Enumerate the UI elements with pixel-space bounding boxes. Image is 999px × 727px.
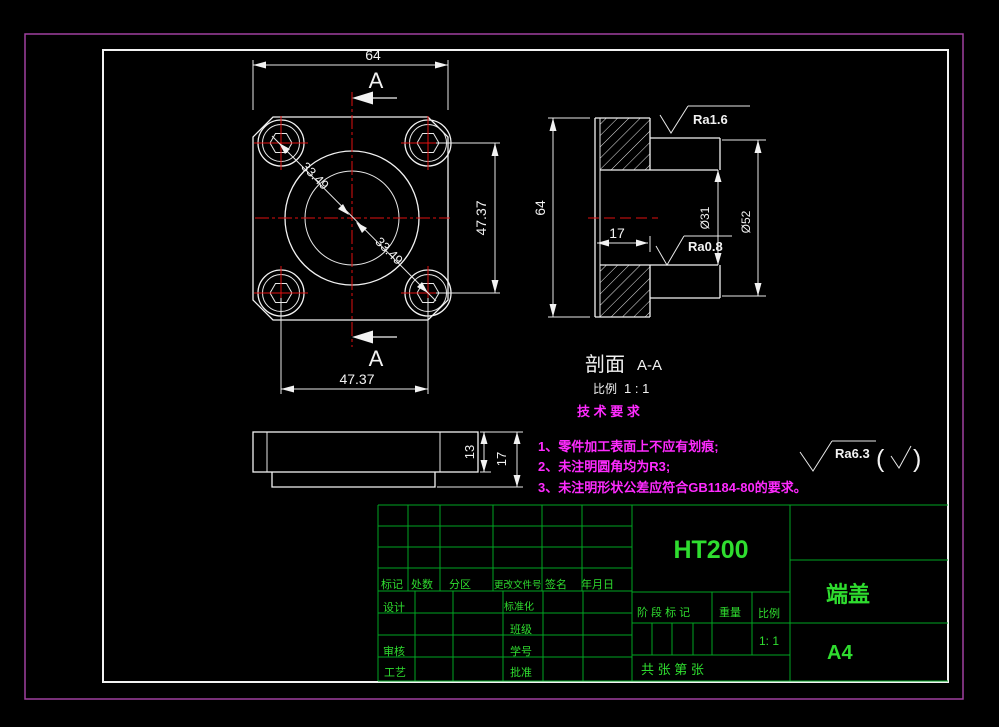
dim-depth-text: 17 (609, 225, 625, 241)
section-arrow-top: A (352, 68, 397, 105)
dim-plate-thickness: 13 (462, 431, 523, 473)
section-arrow-bottom: A (352, 330, 397, 371)
surface-finish-flange: Ra1.6 (659, 105, 750, 134)
surface-finish-bore: Ra0.8 (655, 235, 732, 266)
side-view: 13 17 (252, 431, 523, 488)
dim-diag-lower-text: 33.49 (372, 234, 406, 268)
dim-plate-text: 13 (462, 445, 477, 459)
paren-close: ) (913, 445, 921, 473)
dim-bolt-vertical-text: 47.37 (473, 200, 489, 235)
label-design: 设计 (383, 601, 405, 614)
label-process: 工艺 (384, 666, 406, 679)
label-scale: 比例 (758, 606, 780, 620)
general-roughness-note: Ra6.3 ( ) (799, 440, 921, 473)
dim-bolt-spacing-bottom: 47.37 (280, 298, 429, 394)
paren-open: ( (876, 445, 885, 473)
ra-flange-text: Ra1.6 (693, 112, 728, 127)
section-label-bottom: A (369, 346, 384, 371)
label-zone: 分区 (449, 578, 471, 591)
tech-requirements: 技 术 要 求 1、零件加工表面上不应有划痕; 2、未注明圆角均为R3; 3、未… (538, 404, 807, 495)
section-scale-value: 1 : 1 (624, 381, 649, 396)
ra-general-text: Ra6.3 (835, 446, 870, 461)
section-label-top: A (369, 68, 384, 93)
tech-requirement-item: 1、零件加工表面上不应有划痕; (538, 439, 719, 454)
dim-bolt-horizontal-text: 47.37 (339, 371, 374, 387)
label-count: 处数 (411, 578, 433, 591)
label-approve: 批准 (510, 665, 532, 679)
label-sign: 签名 (545, 577, 567, 591)
paper-size: A4 (827, 642, 853, 664)
front-view-geometry (252, 92, 455, 347)
section-caption-text: 剖面 (585, 353, 625, 376)
section-view: 64 17 Ø31 Ø52 Ra1.6 Ra0.8 剖面 A-A 比例 1: … (532, 105, 766, 396)
label-class: 班级 (510, 623, 532, 636)
check-icon (890, 445, 912, 469)
dim-diag-upper-text: 33.49 (298, 159, 332, 193)
dim-width-top: 64 (252, 47, 449, 110)
dim-bore-text: Ø31 (698, 206, 712, 229)
sheet-note: 共 张 第 张 (641, 662, 704, 677)
tech-requirements-heading: 技 术 要 求 (577, 404, 641, 419)
dim-height-text: 64 (532, 200, 548, 216)
front-view: 64 A A 33.49 33.49 47.37 47.37 (252, 47, 500, 394)
label-student-no: 学号 (510, 644, 532, 658)
part-name: 端盖 (826, 582, 870, 607)
dim-total-thickness: 17 (437, 432, 523, 488)
dim-boss-diameter: Ø52 (722, 139, 766, 297)
label-standardization: 标准化 (504, 600, 534, 613)
outer-page-border (24, 33, 964, 700)
section-scale-label: 比例 (593, 382, 617, 396)
dim-section-height: 64 (532, 117, 590, 318)
tech-requirement-item: 3、未注明形状公差应符合GB1184-80的要求。 (538, 480, 807, 495)
label-doc-no: 更改文件号 (494, 579, 542, 591)
ra-bore-text: Ra0.8 (688, 239, 723, 254)
label-mark: 标记 (381, 577, 403, 591)
dim-boss-text: Ø52 (739, 210, 753, 233)
scale-value: 1: 1 (759, 634, 779, 648)
material-value: HT200 (673, 536, 748, 564)
section-caption: 剖面 A-A 比例 1 : 1 (585, 353, 662, 396)
title-block: 标记 处数 分区 更改文件号 签名 年月日 设计 审核 工艺 标准化 班级 学号… (377, 504, 948, 682)
label-date: 年月日 (581, 577, 614, 591)
side-view-geometry (252, 431, 479, 488)
label-check: 审核 (383, 644, 405, 658)
dim-width-text: 64 (365, 47, 381, 63)
label-stage: 阶 段 标 记 (637, 605, 690, 619)
dim-total-text: 17 (494, 452, 509, 466)
dim-section-depth: 17 (597, 225, 651, 252)
section-caption-detail: A-A (637, 357, 662, 374)
cad-drawing-canvas: 64 A A 33.49 33.49 47.37 47.37 13 17 64 … (24, 33, 964, 700)
label-weight: 重量 (719, 605, 741, 619)
tech-requirement-item: 2、未注明圆角均为R3; (538, 459, 670, 474)
